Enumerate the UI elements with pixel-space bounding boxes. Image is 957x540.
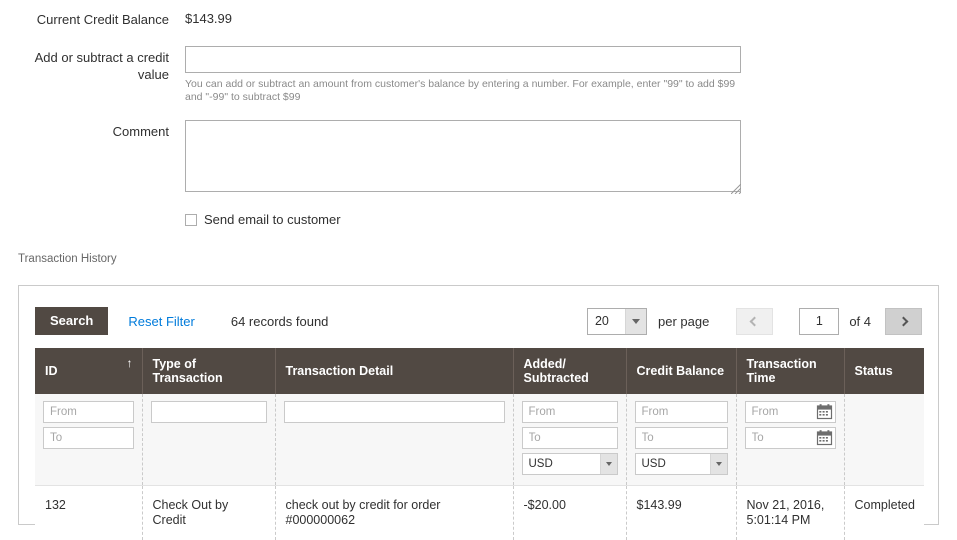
comment-textarea[interactable] bbox=[185, 120, 741, 192]
current-balance-row: Current Credit Balance $143.99 bbox=[0, 4, 957, 36]
credit-value-input[interactable] bbox=[185, 46, 741, 73]
cell-detail: check out by credit for order #000000062 bbox=[275, 486, 513, 540]
credit-value-help: You can add or subtract an amount from c… bbox=[185, 78, 741, 104]
cell-credit-balance: $143.99 bbox=[626, 486, 736, 540]
filter-id-to[interactable] bbox=[43, 427, 134, 449]
pagination: 20 per page of 4 bbox=[587, 308, 922, 335]
cell-added-subtracted: -$20.00 bbox=[513, 486, 626, 540]
filter-cell-status bbox=[844, 394, 924, 486]
filter-detail-input[interactable] bbox=[284, 401, 505, 423]
page-number-input[interactable] bbox=[799, 308, 839, 335]
per-page-label: per page bbox=[658, 314, 709, 329]
filter-cell-type bbox=[142, 394, 275, 486]
sort-ascending-icon: ↑ bbox=[127, 356, 133, 370]
comment-row: Comment bbox=[0, 120, 957, 192]
calendar-icon[interactable] bbox=[816, 403, 833, 420]
filter-id-from[interactable] bbox=[43, 401, 134, 423]
chevron-down-icon bbox=[710, 454, 727, 474]
send-email-checkbox[interactable] bbox=[185, 214, 197, 226]
filter-cell-transaction-time bbox=[736, 394, 844, 486]
column-header-status[interactable]: Status bbox=[844, 348, 924, 394]
filter-time-to-wrap bbox=[745, 427, 836, 449]
calendar-icon[interactable] bbox=[816, 429, 833, 446]
credit-balance-form: Current Credit Balance $143.99 Add or su… bbox=[0, 0, 957, 227]
grid-toolbar: Search Reset Filter 64 records found 20 … bbox=[19, 286, 938, 348]
column-header-credit-balance[interactable]: Credit Balance bbox=[626, 348, 736, 394]
comment-label: Comment bbox=[0, 120, 185, 140]
current-balance-label: Current Credit Balance bbox=[0, 8, 185, 28]
per-page-select[interactable]: 20 bbox=[587, 308, 647, 335]
filter-added-currency-select[interactable]: USD bbox=[522, 453, 618, 475]
column-header-transaction-time[interactable]: Transaction Time bbox=[736, 348, 844, 394]
cell-id: 132 bbox=[35, 486, 142, 540]
filter-cell-credit-balance: USD bbox=[626, 394, 736, 486]
table-row[interactable]: 132 Check Out by Credit check out by cre… bbox=[35, 486, 924, 540]
previous-page-button[interactable] bbox=[736, 308, 773, 335]
filter-cell-id bbox=[35, 394, 142, 486]
filter-time-from-wrap bbox=[745, 401, 836, 423]
filter-cell-added-subtracted: USD bbox=[513, 394, 626, 486]
filter-added-to[interactable] bbox=[522, 427, 618, 449]
next-page-button[interactable] bbox=[885, 308, 922, 335]
filter-added-from[interactable] bbox=[522, 401, 618, 423]
cell-status: Completed bbox=[844, 486, 924, 540]
cell-transaction-time: Nov 21, 2016, 5:01:14 PM bbox=[736, 486, 844, 540]
table-header-row: ID ↑ Type of Transaction Transaction Det… bbox=[35, 348, 924, 394]
transaction-history-title: Transaction History bbox=[18, 253, 957, 265]
column-header-added-subtracted[interactable]: Added/ Subtracted bbox=[513, 348, 626, 394]
transaction-history-panel: Search Reset Filter 64 records found 20 … bbox=[18, 285, 939, 525]
filter-balance-currency-select[interactable]: USD bbox=[635, 453, 728, 475]
credit-value-row: Add or subtract a credit value You can a… bbox=[0, 46, 957, 104]
filter-balance-to[interactable] bbox=[635, 427, 728, 449]
transaction-history-table: ID ↑ Type of Transaction Transaction Det… bbox=[35, 348, 924, 540]
chevron-down-icon bbox=[600, 454, 617, 474]
filter-balance-from[interactable] bbox=[635, 401, 728, 423]
filter-cell-detail bbox=[275, 394, 513, 486]
chevron-down-icon bbox=[625, 309, 646, 334]
send-email-label: Send email to customer bbox=[204, 212, 341, 227]
credit-value-label: Add or subtract a credit value bbox=[0, 46, 185, 83]
column-header-type[interactable]: Type of Transaction bbox=[142, 348, 275, 394]
chevron-left-icon bbox=[750, 316, 760, 326]
records-found-count: 64 records found bbox=[231, 314, 329, 329]
total-pages-label: of 4 bbox=[849, 314, 871, 329]
table-filter-row: USD USD bbox=[35, 394, 924, 486]
filter-balance-currency-value: USD bbox=[636, 458, 666, 470]
chevron-right-icon bbox=[899, 316, 909, 326]
filter-added-currency-value: USD bbox=[523, 458, 553, 470]
resize-handle-icon[interactable] bbox=[731, 182, 741, 192]
per-page-value: 20 bbox=[588, 314, 609, 328]
send-email-row: Send email to customer bbox=[0, 212, 957, 227]
search-button[interactable]: Search bbox=[35, 307, 108, 335]
filter-type-input[interactable] bbox=[151, 401, 267, 423]
current-balance-value: $143.99 bbox=[185, 8, 741, 26]
column-header-detail[interactable]: Transaction Detail bbox=[275, 348, 513, 394]
reset-filter-link[interactable]: Reset Filter bbox=[128, 314, 194, 329]
cell-type: Check Out by Credit bbox=[142, 486, 275, 540]
column-header-id[interactable]: ID ↑ bbox=[35, 348, 142, 394]
